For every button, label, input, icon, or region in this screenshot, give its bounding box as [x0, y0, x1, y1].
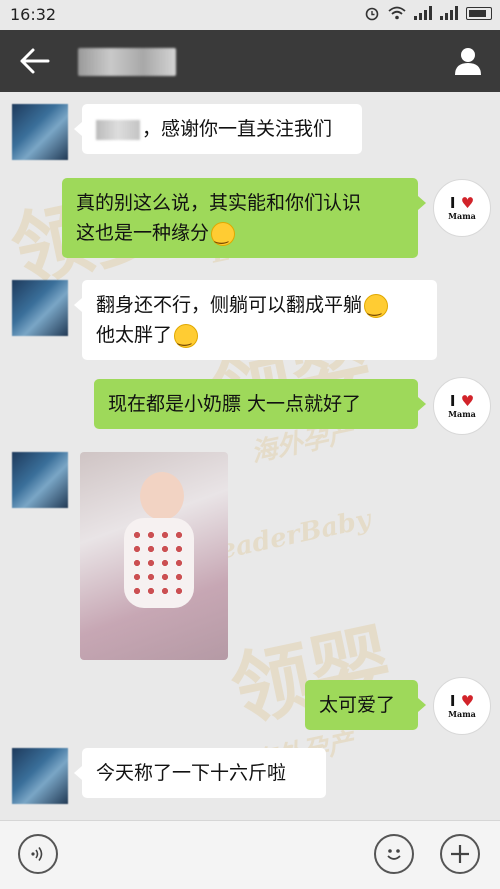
message-text-line1: 翻身还不行，侧躺可以翻成平躺 [96, 290, 423, 322]
avatar-logo-text: I ♥ [449, 193, 475, 212]
message-text-line2: 这也是一种缘分 [76, 218, 404, 250]
wifi-icon [388, 6, 406, 20]
chat-area[interactable]: 领婴 领婴 领婴 LeaderBaby LeaderBaby 海外孕产 海外孕产… [0, 92, 500, 820]
my-avatar[interactable]: I ♥ Mama [433, 179, 491, 237]
heart-icon: ♥ [460, 691, 475, 710]
heart-icon: ♥ [460, 193, 475, 212]
plus-icon[interactable] [440, 834, 480, 874]
blurred-name [96, 119, 140, 140]
smile-emoji-icon [174, 322, 199, 352]
message-text-line2: 他太胖了 [96, 320, 423, 352]
avatar-logo-subtext: Mama [448, 210, 476, 221]
message-bubble[interactable]: 现在都是小奶膘 大一点就好了 [94, 379, 426, 429]
message-bubble[interactable]: ，感谢你一直关注我们 [74, 104, 362, 154]
message-text: 今天称了一下十六斤啦 [96, 762, 287, 784]
arrow-left-icon[interactable] [18, 46, 52, 76]
message-bubble[interactable]: 今天称了一下十六斤啦 [74, 748, 326, 798]
baby-clothes-pattern [130, 528, 190, 598]
signal-icon [414, 6, 432, 20]
contact-avatar[interactable] [12, 452, 68, 508]
avatar-logo-text: I ♥ [449, 391, 475, 410]
avatar-logo-subtext: Mama [448, 408, 476, 419]
chat-header [0, 30, 500, 92]
message-bubble[interactable]: 太可爱了 [305, 680, 426, 730]
baby-photo[interactable] [80, 452, 228, 660]
voice-waves-icon [31, 847, 43, 861]
message-text: 现在都是小奶膘 大一点就好了 [108, 393, 362, 415]
message-text-line1: 真的别这么说，其实能和你们认识 [76, 192, 362, 214]
smiley-face-icon [387, 849, 401, 860]
message-bubble[interactable]: 翻身还不行，侧躺可以翻成平躺 他太胖了 [74, 280, 437, 360]
voice-icon[interactable] [18, 834, 58, 874]
message-bubble[interactable]: 真的别这么说，其实能和你们认识 这也是一种缘分 [62, 178, 426, 258]
message-text: ，感谢你一直关注我们 [142, 118, 333, 140]
message-text: 太可爱了 [319, 694, 396, 716]
status-icons [364, 5, 492, 21]
heart-icon: ♥ [460, 391, 475, 410]
signal-icon-2 [440, 6, 458, 20]
alarm-icon [365, 7, 379, 21]
battery-icon [466, 6, 492, 20]
person-icon[interactable] [452, 45, 484, 77]
thinking-emoji-icon [364, 292, 389, 322]
baby-face [140, 472, 184, 520]
contact-avatar[interactable] [12, 104, 68, 160]
input-toolbar [0, 820, 500, 889]
contact-avatar[interactable] [12, 280, 68, 336]
status-time: 16:32 [10, 5, 57, 24]
plus-sign-icon [451, 845, 469, 863]
avatar-logo-text: I ♥ [449, 691, 475, 710]
avatar-logo-subtext: Mama [448, 708, 476, 719]
my-avatar[interactable]: I ♥ Mama [433, 377, 491, 435]
contact-name-blurred [78, 48, 176, 76]
emoji-icon[interactable] [374, 834, 414, 874]
grin-emoji-icon [211, 220, 236, 250]
status-bar: 16:32 [0, 0, 500, 30]
my-avatar[interactable]: I ♥ Mama [433, 677, 491, 735]
contact-avatar[interactable] [12, 748, 68, 804]
